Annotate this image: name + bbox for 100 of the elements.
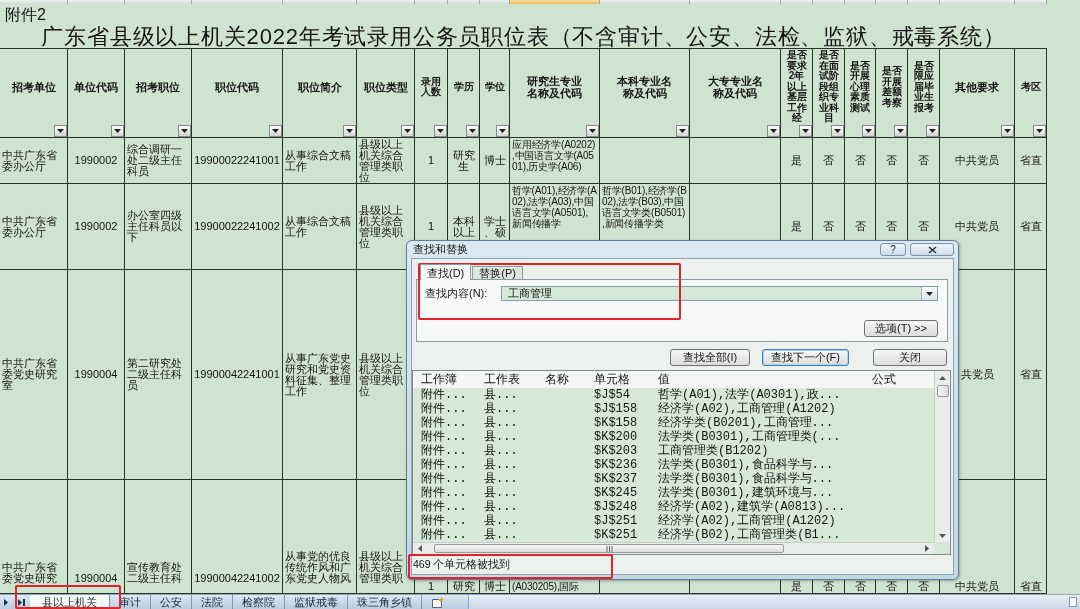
sheet-tab[interactable]: 检察院 xyxy=(233,595,285,609)
filter-dropdown-button[interactable] xyxy=(926,125,939,137)
list-cell[interactable]: 县... xyxy=(484,416,518,430)
find-what-field[interactable]: 工商管理 xyxy=(501,286,938,301)
list-cell[interactable]: $J$158 xyxy=(594,402,638,416)
attachment-label: 附件2 xyxy=(5,6,46,23)
filter-dropdown-button[interactable] xyxy=(434,125,447,137)
list-cell[interactable]: $K$200 xyxy=(594,430,638,444)
table-cell: 中共党员 xyxy=(940,138,1015,184)
list-cell[interactable]: 工商管理类(B1202) xyxy=(658,444,769,458)
filter-dropdown-button[interactable] xyxy=(586,125,599,137)
grip-icon xyxy=(605,545,613,552)
list-cell[interactable]: 附件... xyxy=(421,458,467,472)
list-cell[interactable]: 县... xyxy=(484,402,518,416)
dialog-tab[interactable]: 查找(D) xyxy=(420,264,472,280)
list-cell[interactable]: 附件... xyxy=(421,402,467,416)
table-cell: 是 xyxy=(781,138,813,184)
list-cell[interactable]: $K$203 xyxy=(594,444,638,458)
list-cell[interactable]: 县... xyxy=(484,458,518,472)
list-cell[interactable]: 哲学(A01),法学(A0301),政... xyxy=(658,388,841,402)
column-header: 是否开展心理素质测试 xyxy=(849,60,871,114)
list-cell[interactable]: 附件... xyxy=(421,388,467,402)
filter-dropdown-button[interactable] xyxy=(676,125,689,137)
list-cell[interactable]: 法学类(B0301),食品科学与... xyxy=(658,458,834,472)
field-label: 查找内容(N): xyxy=(425,287,488,300)
sheet-tab[interactable]: 珠三角乡镇 xyxy=(348,595,422,609)
list-cell[interactable]: $K$158 xyxy=(594,416,638,430)
list-column-header[interactable]: 值 xyxy=(658,372,670,386)
scrollbar-thumb[interactable] xyxy=(936,385,949,397)
list-cell[interactable]: $K$236 xyxy=(594,458,638,472)
caret-down-icon xyxy=(926,291,933,296)
column-header: 招考单位 xyxy=(11,81,56,93)
up-arrow-icon[interactable] xyxy=(939,376,946,380)
list-cell[interactable]: 经济学(A02),工商管理(A1202) xyxy=(658,402,836,416)
table-cell: 否 xyxy=(813,138,845,184)
list-column-header[interactable]: 单元格 xyxy=(594,372,630,386)
list-column-header[interactable]: 工作表 xyxy=(484,372,520,386)
list-cell[interactable]: 法学类(B0301),工商管理类(... xyxy=(658,430,841,444)
filter-dropdown-button[interactable] xyxy=(1033,125,1046,137)
list-cell[interactable]: 县... xyxy=(484,430,518,444)
table-cell: 否 xyxy=(845,138,876,184)
caret-down-icon xyxy=(437,129,444,133)
dropdown-button[interactable] xyxy=(921,287,937,300)
caret-down-icon xyxy=(1036,129,1043,133)
sheet-tab[interactable]: 公安 xyxy=(151,595,192,609)
filter-dropdown-button[interactable] xyxy=(466,125,479,137)
left-arrow-icon[interactable] xyxy=(418,545,422,552)
caret-down-icon xyxy=(346,129,353,133)
list-cell[interactable]: 附件... xyxy=(421,430,467,444)
filter-dropdown-button[interactable] xyxy=(496,125,509,137)
column-header: 单位代码 xyxy=(74,81,118,93)
filter-dropdown-button[interactable] xyxy=(799,125,812,137)
filter-dropdown-button[interactable] xyxy=(54,125,67,137)
filter-dropdown-button[interactable] xyxy=(269,125,282,137)
filter-dropdown-button[interactable] xyxy=(1001,125,1014,137)
table-cell: 否 xyxy=(876,138,908,184)
caret-down-icon xyxy=(1004,129,1011,133)
filter-dropdown-button[interactable] xyxy=(831,125,844,137)
options-button[interactable]: 选项(T) >> xyxy=(864,320,938,337)
table-cell: 博士 xyxy=(480,138,510,184)
right-arrow-icon[interactable] xyxy=(925,545,929,552)
arrow-right-icon[interactable] xyxy=(4,598,8,606)
list-cell[interactable]: 县... xyxy=(484,388,518,402)
filter-dropdown-button[interactable] xyxy=(767,125,780,137)
dialog-tab[interactable]: 替换(P) xyxy=(472,266,523,279)
down-arrow-icon[interactable] xyxy=(939,534,946,538)
dialog-button[interactable]: 查找下一个(F) xyxy=(761,348,849,366)
help-button[interactable]: ? xyxy=(880,243,906,256)
caret-down-icon xyxy=(181,129,188,133)
list-cell[interactable]: 经济学类(B0201),工商管理... xyxy=(658,416,834,430)
new-sheet-icon[interactable] xyxy=(432,596,444,608)
table-cell: 中共广东省委办公厅 xyxy=(0,138,68,184)
scrollbar-thumb[interactable] xyxy=(1069,597,1077,607)
table-cell: 省直 xyxy=(1015,270,1047,480)
dialog-button[interactable]: 关闭 xyxy=(873,348,947,366)
sheet-tab[interactable]: 监狱戒毒 xyxy=(285,595,348,609)
list-column-header[interactable]: 公式 xyxy=(872,372,896,386)
list-cell[interactable]: 附件... xyxy=(421,416,467,430)
filter-dropdown-button[interactable] xyxy=(401,125,414,137)
list-column-header[interactable]: 工作簿 xyxy=(421,372,457,386)
list-cell[interactable]: $J$54 xyxy=(594,388,630,402)
column-header: 招考职位 xyxy=(136,81,180,93)
table-cell: 19900022241002 xyxy=(192,184,283,270)
column-header: 考区 xyxy=(1020,81,1041,93)
table-cell: 否 xyxy=(908,138,940,184)
sheet-tab[interactable]: 法院 xyxy=(192,595,233,609)
table-cell: 从事综合文稿工作 xyxy=(283,138,357,184)
filter-dropdown-button[interactable] xyxy=(343,125,356,137)
list-cell[interactable]: 县... xyxy=(484,444,518,458)
filter-dropdown-button[interactable] xyxy=(178,125,191,137)
close-button[interactable] xyxy=(910,243,954,256)
filter-dropdown-button[interactable] xyxy=(111,125,124,137)
list-column-header[interactable]: 名称 xyxy=(545,372,569,386)
dialog-button[interactable]: 查找全部(I) xyxy=(669,348,750,366)
arrow-to-end-icon[interactable] xyxy=(18,598,25,606)
filter-dropdown-button[interactable] xyxy=(862,125,875,137)
table-cell: 第二研究处二级主任科员 xyxy=(125,270,192,480)
scrollbar-thumb[interactable] xyxy=(434,544,784,553)
list-cell[interactable]: 附件... xyxy=(421,444,467,458)
filter-dropdown-button[interactable] xyxy=(894,125,907,137)
